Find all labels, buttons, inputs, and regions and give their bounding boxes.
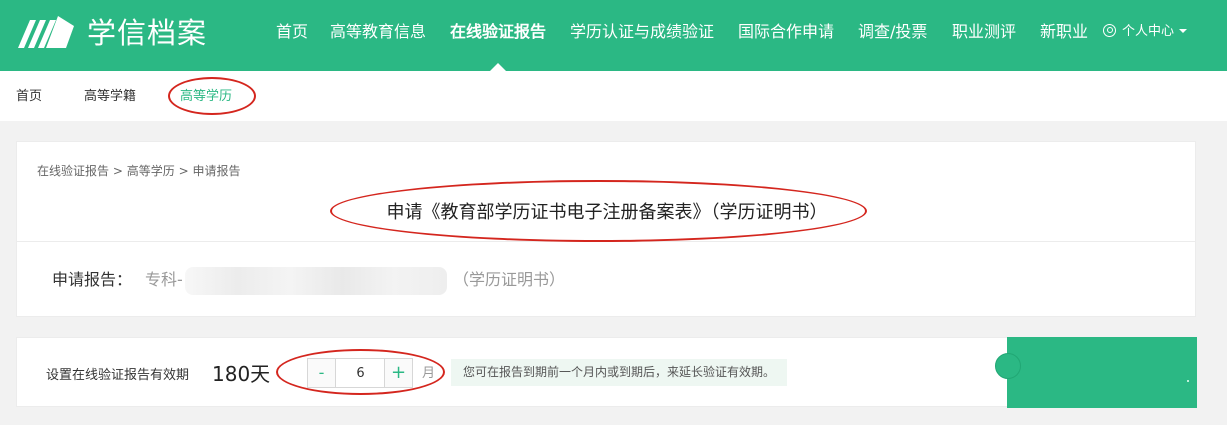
floating-circle: [995, 353, 1021, 379]
main-nav: 首页 高等教育信息 在线验证报告 学历认证与成绩验证 国际合作申请 调查/投票 …: [0, 0, 1227, 71]
apply-report-suffix: （学历证明书）: [453, 270, 566, 289]
breadcrumb-separator: >: [178, 164, 189, 178]
active-nav-indicator: [490, 63, 506, 71]
nav-higher-education-info[interactable]: 高等教育信息: [330, 21, 426, 43]
user-menu[interactable]: 个人中心: [1103, 23, 1188, 41]
subnav-home[interactable]: 首页: [16, 88, 42, 106]
top-header: 学信档案 首页 高等教育信息 在线验证报告 学历认证与成绩验证 国际合作申请 调…: [0, 0, 1227, 71]
annotation-oval-stepper: [276, 349, 445, 395]
nav-new-career[interactable]: 新职业: [1040, 21, 1088, 43]
nav-career-assessment[interactable]: 职业测评: [952, 21, 1016, 43]
redacted-area: [185, 267, 447, 295]
breadcrumb-online-report[interactable]: 在线验证报告: [37, 164, 109, 178]
annotation-oval-subnav: [168, 77, 256, 115]
breadcrumb-higher-degree[interactable]: 高等学历: [127, 164, 175, 178]
breadcrumb: 在线验证报告 > 高等学历 > 申请报告: [37, 163, 240, 179]
nav-degree-certification[interactable]: 学历认证与成绩验证: [570, 21, 714, 43]
panel-dot: [1187, 380, 1189, 382]
breadcrumb-apply-report: 申请报告: [192, 164, 241, 178]
annotation-oval-title: [330, 180, 867, 242]
user-circle-icon: [1103, 24, 1116, 37]
apply-report-value: 专科-: [145, 270, 183, 289]
validity-days: 180天: [212, 362, 271, 386]
validity-card: 设置在线验证报告有效期 180天 - + 月 您可在报告到期前一个月内或到期后，…: [16, 337, 1197, 408]
nav-survey-vote[interactable]: 调查/投票: [858, 21, 927, 43]
submit-panel[interactable]: [995, 337, 1197, 408]
nav-international-cooperation[interactable]: 国际合作申请: [738, 21, 834, 43]
validity-hint: 您可在报告到期前一个月内或到期后，来延长验证有效期。: [451, 359, 788, 386]
validity-label: 设置在线验证报告有效期: [46, 368, 190, 383]
apply-report-label: 申请报告：: [52, 270, 133, 289]
nav-online-verification-report[interactable]: 在线验证报告: [450, 21, 546, 43]
subnav-student-status[interactable]: 高等学籍: [84, 88, 136, 106]
user-menu-label: 个人中心: [1122, 24, 1175, 39]
breadcrumb-separator: >: [112, 164, 123, 178]
nav-home[interactable]: 首页: [276, 21, 308, 43]
caret-down-icon: [1179, 29, 1188, 33]
